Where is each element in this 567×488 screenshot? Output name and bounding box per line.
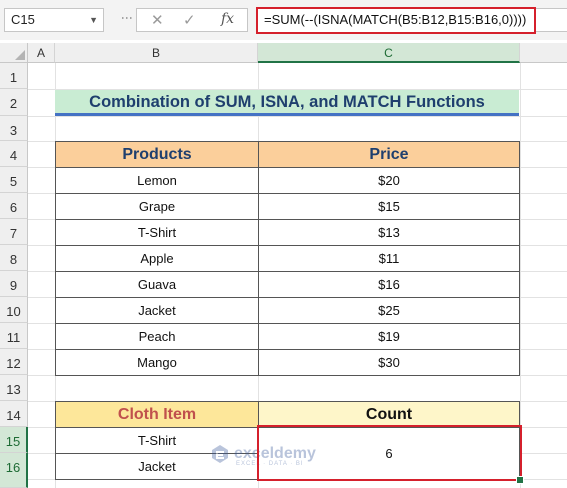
row-header-4[interactable]: 4: [0, 141, 28, 167]
header-count[interactable]: Count: [258, 401, 520, 428]
row-header-1[interactable]: 1: [0, 63, 28, 89]
formula-input[interactable]: =SUM(--(ISNA(MATCH(B5:B12,B15:B16,0)))): [256, 7, 536, 34]
header-products[interactable]: Products: [55, 141, 259, 168]
cloth-item-cell[interactable]: T-Shirt: [55, 427, 259, 454]
chevron-down-icon[interactable]: ▼: [89, 9, 98, 31]
sheet-title[interactable]: Combination of SUM, ISNA, and MATCH Func…: [55, 90, 519, 116]
product-cell[interactable]: Jacket: [55, 297, 259, 324]
row-header-2[interactable]: 2: [0, 89, 28, 116]
row-header-13[interactable]: 13: [0, 375, 28, 401]
row-header-14[interactable]: 14: [0, 401, 28, 427]
row-header-7[interactable]: 7: [0, 219, 28, 245]
price-cell[interactable]: $15: [258, 193, 520, 220]
price-cell[interactable]: $30: [258, 349, 520, 376]
name-box[interactable]: C15 ▼: [4, 8, 104, 32]
row-header-8[interactable]: 8: [0, 245, 28, 271]
product-cell[interactable]: Lemon: [55, 167, 259, 194]
row-header-6[interactable]: 6: [0, 193, 28, 219]
price-cell[interactable]: $13: [258, 219, 520, 246]
price-cell[interactable]: $11: [258, 245, 520, 272]
row-header-3[interactable]: 3: [0, 116, 28, 141]
fill-handle[interactable]: [516, 476, 524, 484]
formula-bar-extension: [536, 8, 567, 32]
column-header-a[interactable]: A: [28, 43, 55, 63]
count-result-cell[interactable]: 6: [258, 427, 520, 480]
column-header-b[interactable]: B: [55, 43, 258, 63]
row-header-15[interactable]: 15: [0, 427, 28, 453]
price-cell[interactable]: $19: [258, 323, 520, 350]
enter-icon[interactable]: ✓: [183, 11, 196, 29]
product-cell[interactable]: Peach: [55, 323, 259, 350]
price-cell[interactable]: $20: [258, 167, 520, 194]
price-cell[interactable]: $25: [258, 297, 520, 324]
product-cell[interactable]: Guava: [55, 271, 259, 298]
price-cell[interactable]: $16: [258, 271, 520, 298]
cloth-item-cell[interactable]: Jacket: [55, 453, 259, 480]
row-header-12[interactable]: 12: [0, 349, 28, 375]
product-cell[interactable]: Mango: [55, 349, 259, 376]
name-box-value: C15: [11, 12, 35, 27]
row-header-11[interactable]: 11: [0, 323, 28, 349]
header-price[interactable]: Price: [258, 141, 520, 168]
product-cell[interactable]: T-Shirt: [55, 219, 259, 246]
product-cell[interactable]: Apple: [55, 245, 259, 272]
more-options-icon[interactable]: ⋮: [120, 12, 134, 23]
row-header-10[interactable]: 10: [0, 297, 28, 323]
product-cell[interactable]: Grape: [55, 193, 259, 220]
row-header-9[interactable]: 9: [0, 271, 28, 297]
select-all-button[interactable]: [0, 43, 28, 63]
column-header-d[interactable]: [520, 43, 567, 63]
formula-bar: C15 ▼ ⋮ ✕ ✓ fx =SUM(--(ISNA(MATCH(B5:B12…: [0, 0, 567, 40]
column-header-c[interactable]: C: [258, 43, 520, 63]
row-header-5[interactable]: 5: [0, 167, 28, 193]
row-header-16[interactable]: 16: [0, 453, 28, 488]
header-cloth-item[interactable]: Cloth Item: [55, 401, 259, 428]
insert-function-icon[interactable]: fx: [221, 11, 234, 27]
cancel-icon[interactable]: ✕: [151, 11, 164, 29]
formula-buttons: ✕ ✓ fx: [136, 8, 248, 32]
